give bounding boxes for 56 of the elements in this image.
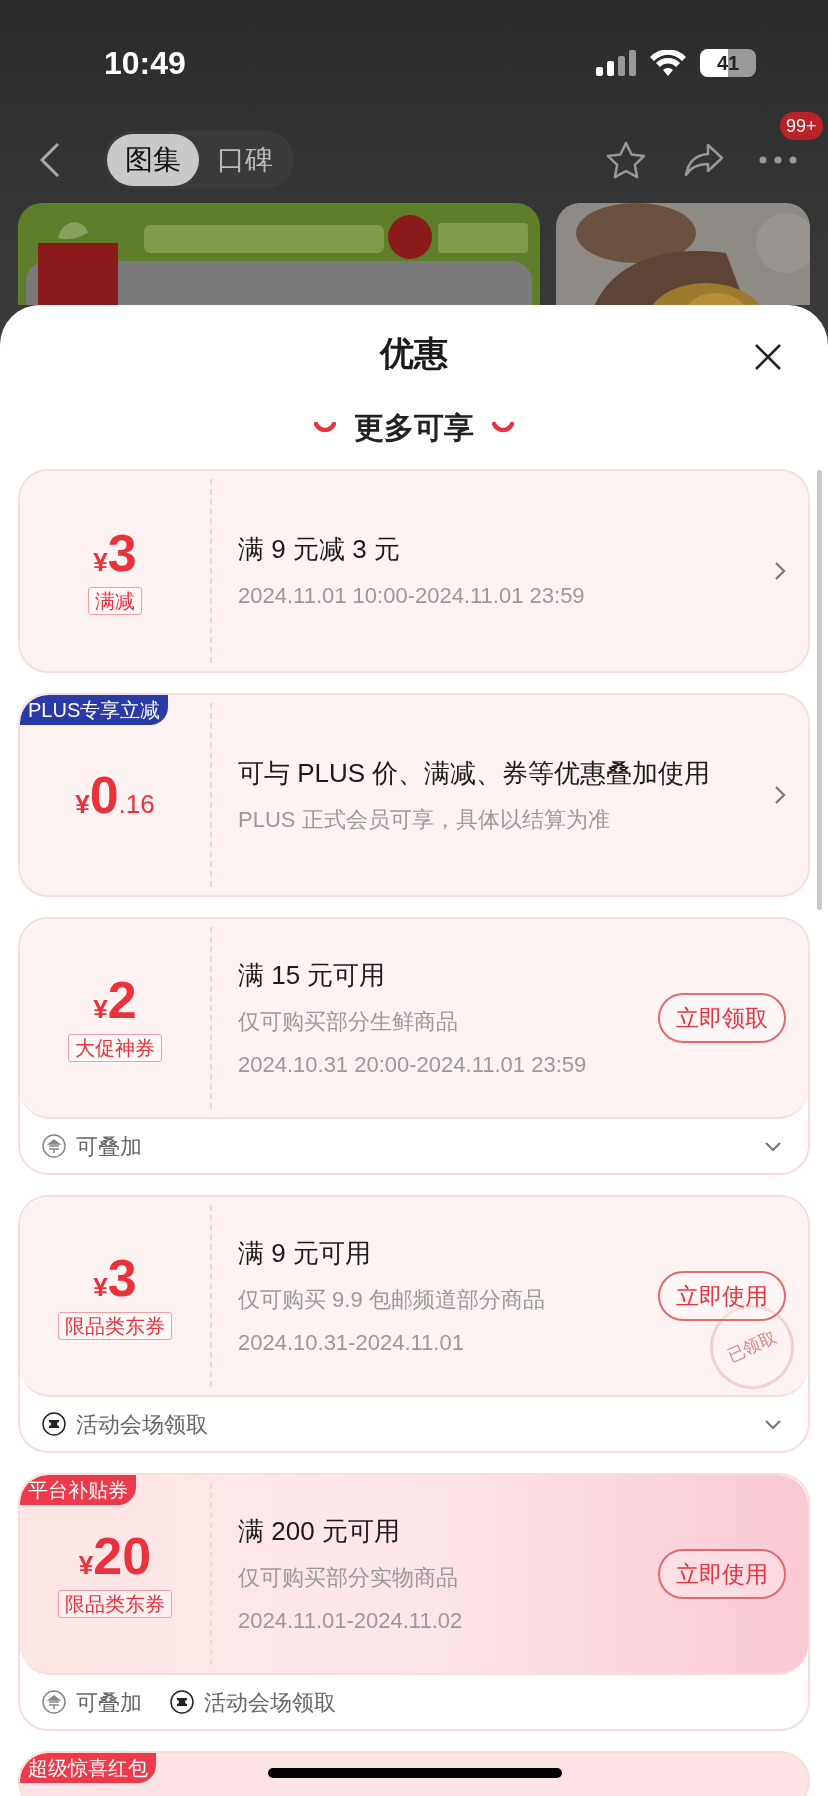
coupon-action-button[interactable]: 立即使用 — [658, 1549, 786, 1599]
chevron-right-icon[interactable] — [774, 561, 786, 581]
status-time: 10:49 — [104, 43, 186, 83]
coupon-title: 满 9 元减 3 元 — [238, 533, 401, 566]
close-icon[interactable] — [754, 343, 782, 371]
chevron-right-icon[interactable] — [774, 785, 786, 805]
coupon-action-button[interactable]: 立即使用 — [658, 1271, 786, 1321]
wifi-icon — [650, 49, 686, 76]
chevron-down-icon[interactable] — [764, 1140, 782, 1152]
coupon-detail: 2024.11.01-2024.11.02 — [238, 1606, 464, 1635]
ticket-icon — [42, 1412, 66, 1436]
tab[interactable]: 口碑 — [199, 134, 291, 186]
coupon-detail: 仅可购买部分实物商品 — [238, 1563, 459, 1592]
tab[interactable]: 图集 — [107, 134, 199, 186]
coupon-action-button[interactable]: 立即领取 — [658, 993, 786, 1043]
coupon-detail: PLUS 正式会员可享，具体以结算为准 — [238, 806, 611, 834]
coupon-tag: 大促神券 — [68, 1034, 162, 1062]
more-icon[interactable] — [759, 156, 797, 164]
coupon-badge: 平台补贴券 — [20, 1475, 136, 1505]
chevron-down-icon[interactable] — [764, 1418, 782, 1430]
coupon-note: 活动会场领取 — [204, 1688, 336, 1717]
coupon-tag: 满减 — [88, 587, 142, 615]
coupon-title: 可与 PLUS 价、满减、券等优惠叠加使用 — [238, 757, 712, 790]
battery-icon: 41 — [700, 48, 756, 77]
coupon-badge: 超级惊喜红包 — [20, 1753, 156, 1783]
coupon-title: 满 200 元可用 — [238, 1514, 401, 1548]
ticket-icon — [170, 1690, 194, 1714]
coupon-title: 满 15 元可用 — [238, 958, 387, 992]
notification-badge: 99+ — [780, 112, 823, 140]
stack-icon — [42, 1690, 66, 1714]
coupon-badge: PLUS专享立减 — [20, 695, 169, 725]
coupon-amount: ¥3 — [93, 527, 137, 579]
sheet-title: 优惠 — [380, 333, 448, 374]
coupon-detail: 2024.11.01 10:00-2024.11.01 23:59 — [238, 582, 586, 610]
coupon-amount: ¥2 — [93, 974, 137, 1026]
coupon-note: 可叠加 — [76, 1688, 142, 1717]
coupon-note: 活动会场领取 — [76, 1410, 208, 1439]
back-icon[interactable] — [38, 141, 62, 179]
coupon-detail: 仅可购买 9.9 包邮频道部分商品 — [238, 1285, 546, 1314]
signal-icon — [596, 49, 636, 76]
star-icon[interactable] — [606, 141, 646, 179]
coupon-amount: ¥0.16 — [75, 769, 155, 821]
smile-mark-icon — [314, 421, 336, 433]
stack-icon — [42, 1134, 66, 1158]
coupon-tag: 限品类东券 — [58, 1590, 172, 1618]
section-heading: 更多可享 — [354, 409, 474, 446]
coupon-detail: 仅可购买部分生鲜商品 — [238, 1007, 459, 1036]
coupon-note: 可叠加 — [76, 1132, 142, 1161]
share-icon[interactable] — [684, 143, 724, 177]
coupon-title: 满 9 元可用 — [238, 1236, 372, 1270]
coupon-detail: 2024.10.31-2024.11.01 — [238, 1328, 465, 1357]
coupon-amount: ¥3 — [93, 1252, 137, 1304]
coupon-amount: ¥20 — [78, 1530, 152, 1582]
coupon-detail: 2024.10.31 20:00-2024.11.01 23:59 — [238, 1050, 588, 1079]
smile-mark-icon — [492, 421, 514, 433]
coupon-tag: 限品类东券 — [58, 1312, 172, 1340]
